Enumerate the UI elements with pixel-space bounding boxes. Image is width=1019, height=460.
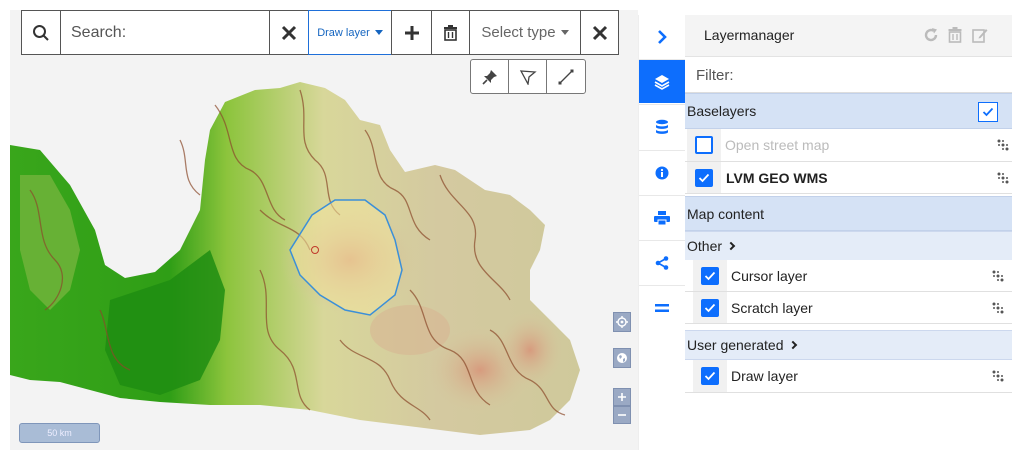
layer-settings-icon[interactable]	[996, 162, 1010, 193]
layer-row-lvm-geo-wms[interactable]: LVM GEO WMS	[685, 162, 1012, 194]
layer-settings-icon[interactable]	[991, 260, 1005, 291]
equals-icon	[655, 303, 669, 312]
nav-menu-button[interactable]	[639, 285, 685, 329]
minus-icon	[618, 414, 626, 416]
check-icon	[982, 107, 994, 117]
line-icon	[558, 69, 574, 84]
nav-layers-button[interactable]	[639, 59, 685, 103]
baselayers-title: Baselayers	[687, 103, 757, 119]
layer-checkbox-cell	[687, 162, 721, 193]
search-button[interactable]	[21, 10, 61, 55]
baselayers-section-header[interactable]: Baselayers	[685, 93, 1012, 129]
layer-checkbox-cell	[693, 360, 727, 392]
layer-checkbox[interactable]	[695, 168, 713, 187]
caret-down-icon	[374, 30, 383, 35]
search-icon	[33, 24, 49, 41]
layer-checkbox-cell	[693, 260, 727, 291]
layer-label: LVM GEO WMS	[726, 169, 828, 186]
chevron-right-icon	[658, 30, 667, 44]
trash-icon	[444, 24, 457, 41]
layer-checkbox-cell	[687, 129, 721, 161]
side-nav	[638, 15, 685, 450]
scale-bar: 50 km	[19, 423, 100, 443]
nav-print-button[interactable]	[639, 195, 685, 239]
clear-search-button[interactable]	[269, 10, 309, 55]
close-icon	[281, 25, 297, 40]
scale-label: 50 km	[47, 428, 72, 438]
select-type-label: Select type	[481, 24, 556, 41]
collapse-panel-button[interactable]	[639, 15, 685, 59]
layer-manager-panel: Layermanager Baselayers Open street map	[685, 15, 1012, 395]
check-icon	[704, 271, 716, 280]
layer-checkbox[interactable]	[701, 298, 719, 317]
zoom-in-button[interactable]	[613, 388, 631, 406]
check-icon	[704, 371, 716, 381]
layer-settings-icon[interactable]	[996, 129, 1010, 161]
layers-icon	[654, 74, 670, 90]
add-button[interactable]	[391, 10, 432, 55]
filter-row	[685, 58, 1012, 93]
layer-checkbox-cell	[693, 292, 727, 323]
search-input[interactable]	[61, 11, 269, 54]
plus-icon	[404, 25, 419, 40]
layer-label: Cursor layer	[731, 267, 808, 284]
trash-icon[interactable]	[947, 27, 963, 43]
layer-row-cursor-layer[interactable]: Cursor layer	[685, 260, 1012, 292]
caret-down-icon	[560, 30, 569, 35]
map-content-section-header: Map content	[685, 196, 1012, 231]
layer-row-scratch-layer[interactable]: Scratch layer	[685, 292, 1012, 324]
panel-title: Layermanager	[704, 27, 795, 43]
group-title: User generated	[687, 337, 784, 353]
app-root: Draw layer Select type 50 km	[0, 0, 1019, 460]
layer-label: Draw layer	[731, 368, 798, 384]
layer-settings-icon[interactable]	[991, 360, 1005, 392]
pin-icon	[481, 69, 497, 85]
close-draw-button[interactable]	[580, 10, 619, 55]
info-icon	[655, 166, 669, 179]
layer-settings-icon[interactable]	[991, 292, 1005, 323]
draw-layer-dropdown[interactable]: Draw layer	[308, 10, 392, 55]
filter-input[interactable]	[685, 58, 1012, 92]
nav-datasource-button[interactable]	[639, 104, 685, 148]
nav-share-button[interactable]	[639, 240, 685, 284]
select-type-dropdown[interactable]: Select type	[469, 10, 581, 55]
group-header-other[interactable]: Other	[685, 231, 1012, 261]
globe-icon	[617, 353, 627, 363]
polygon-icon	[519, 69, 537, 85]
layer-label: Scratch layer	[731, 299, 813, 316]
edit-icon[interactable]	[972, 27, 988, 43]
baselayers-toggle-checkbox[interactable]	[978, 102, 998, 122]
layer-checkbox[interactable]	[695, 136, 713, 154]
globe-button[interactable]	[613, 348, 631, 368]
map-content-title: Map content	[687, 205, 765, 222]
panel-header: Layermanager	[685, 15, 1012, 57]
layer-label: Open street map	[725, 137, 830, 153]
zoom-out-button[interactable]	[613, 406, 631, 424]
group-title: Other	[687, 238, 723, 254]
close-icon	[592, 25, 607, 40]
chevron-right-icon	[788, 340, 797, 350]
share-icon	[655, 255, 669, 270]
draw-polygon-tool[interactable]	[508, 59, 547, 94]
check-icon	[704, 303, 716, 312]
draw-layer-label: Draw layer	[317, 26, 370, 39]
layer-row-draw-layer[interactable]: Draw layer	[685, 360, 1012, 393]
print-icon	[654, 210, 670, 225]
refresh-icon[interactable]	[923, 27, 939, 43]
plus-icon	[618, 393, 626, 401]
database-icon	[656, 119, 668, 134]
group-header-user-generated[interactable]: User generated	[685, 330, 1012, 360]
locate-button[interactable]	[613, 312, 631, 332]
draw-line-tool[interactable]	[546, 59, 586, 94]
check-icon	[698, 173, 710, 182]
search-field	[60, 10, 270, 55]
crosshair-icon	[616, 316, 628, 328]
nav-info-button[interactable]	[639, 150, 685, 194]
chevron-right-icon	[726, 241, 736, 251]
layer-checkbox[interactable]	[701, 367, 719, 385]
delete-button[interactable]	[431, 10, 470, 55]
draw-point-tool[interactable]	[470, 59, 509, 94]
layer-row-open-street-map[interactable]: Open street map	[685, 129, 1012, 162]
layer-checkbox[interactable]	[701, 266, 719, 285]
